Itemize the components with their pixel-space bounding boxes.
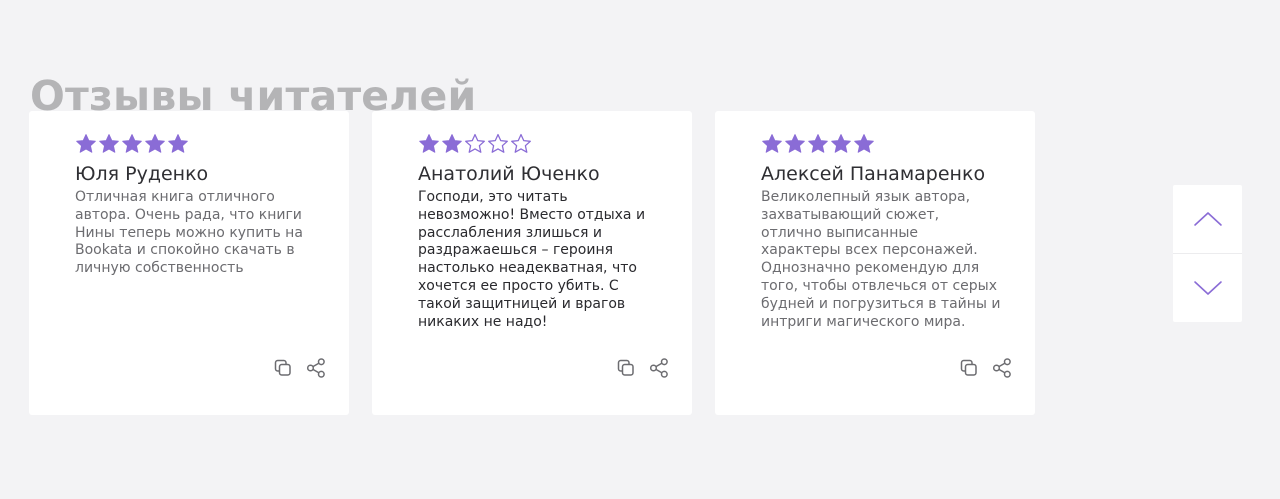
copy-button[interactable] [615,357,637,379]
star-filled-icon [831,134,851,153]
share-icon [992,358,1011,378]
share-button[interactable] [991,357,1013,379]
chevron-up-icon [1193,212,1222,226]
star-filled-icon [122,134,142,153]
share-icon [649,358,668,378]
review-text: Отличная книга отличного автора. Очень р… [75,189,303,277]
review-card: Алексей Панамаренко Великолепный язык ав… [715,111,1035,415]
review-card: Анатолий Юченко Господи, это читать нево… [372,111,692,415]
star-filled-icon [419,134,439,153]
copy-button[interactable] [272,357,294,379]
copy-icon [617,359,634,376]
scroll-up-button[interactable] [1173,185,1242,253]
rating-stars [418,133,532,154]
star-filled-icon [785,134,805,153]
star-filled-icon [808,134,828,153]
card-actions [615,357,670,379]
star-filled-icon [145,134,165,153]
star-filled-icon [168,134,188,153]
star-filled-icon [99,134,119,153]
copy-icon [274,359,291,376]
star-outline-icon [488,133,508,153]
star-filled-icon [442,134,462,153]
share-button[interactable] [305,357,327,379]
review-card: Юля Руденко Отличная книга отличного авт… [29,111,349,415]
star-outline-icon [511,133,531,153]
star-filled-icon [854,134,874,153]
scroll-down-button[interactable] [1173,254,1242,322]
review-text: Господи, это читать невозможно! Вместо о… [418,189,646,330]
rating-stars [75,133,189,154]
reviewer-name: Алексей Панамаренко [761,163,986,185]
reviewer-name: Юля Руденко [75,163,209,185]
carousel-nav [1173,185,1242,322]
card-actions [958,357,1013,379]
rating-stars [761,133,875,154]
share-button[interactable] [648,357,670,379]
copy-icon [960,359,977,376]
review-text: Великолепный язык автора, захватывающий … [761,189,1001,330]
chevron-down-icon [1193,281,1222,295]
star-outline-icon [465,133,485,153]
star-filled-icon [76,134,96,153]
card-actions [272,357,327,379]
reviewer-name: Анатолий Юченко [418,163,600,185]
copy-button[interactable] [958,357,980,379]
star-filled-icon [762,134,782,153]
share-icon [306,358,325,378]
